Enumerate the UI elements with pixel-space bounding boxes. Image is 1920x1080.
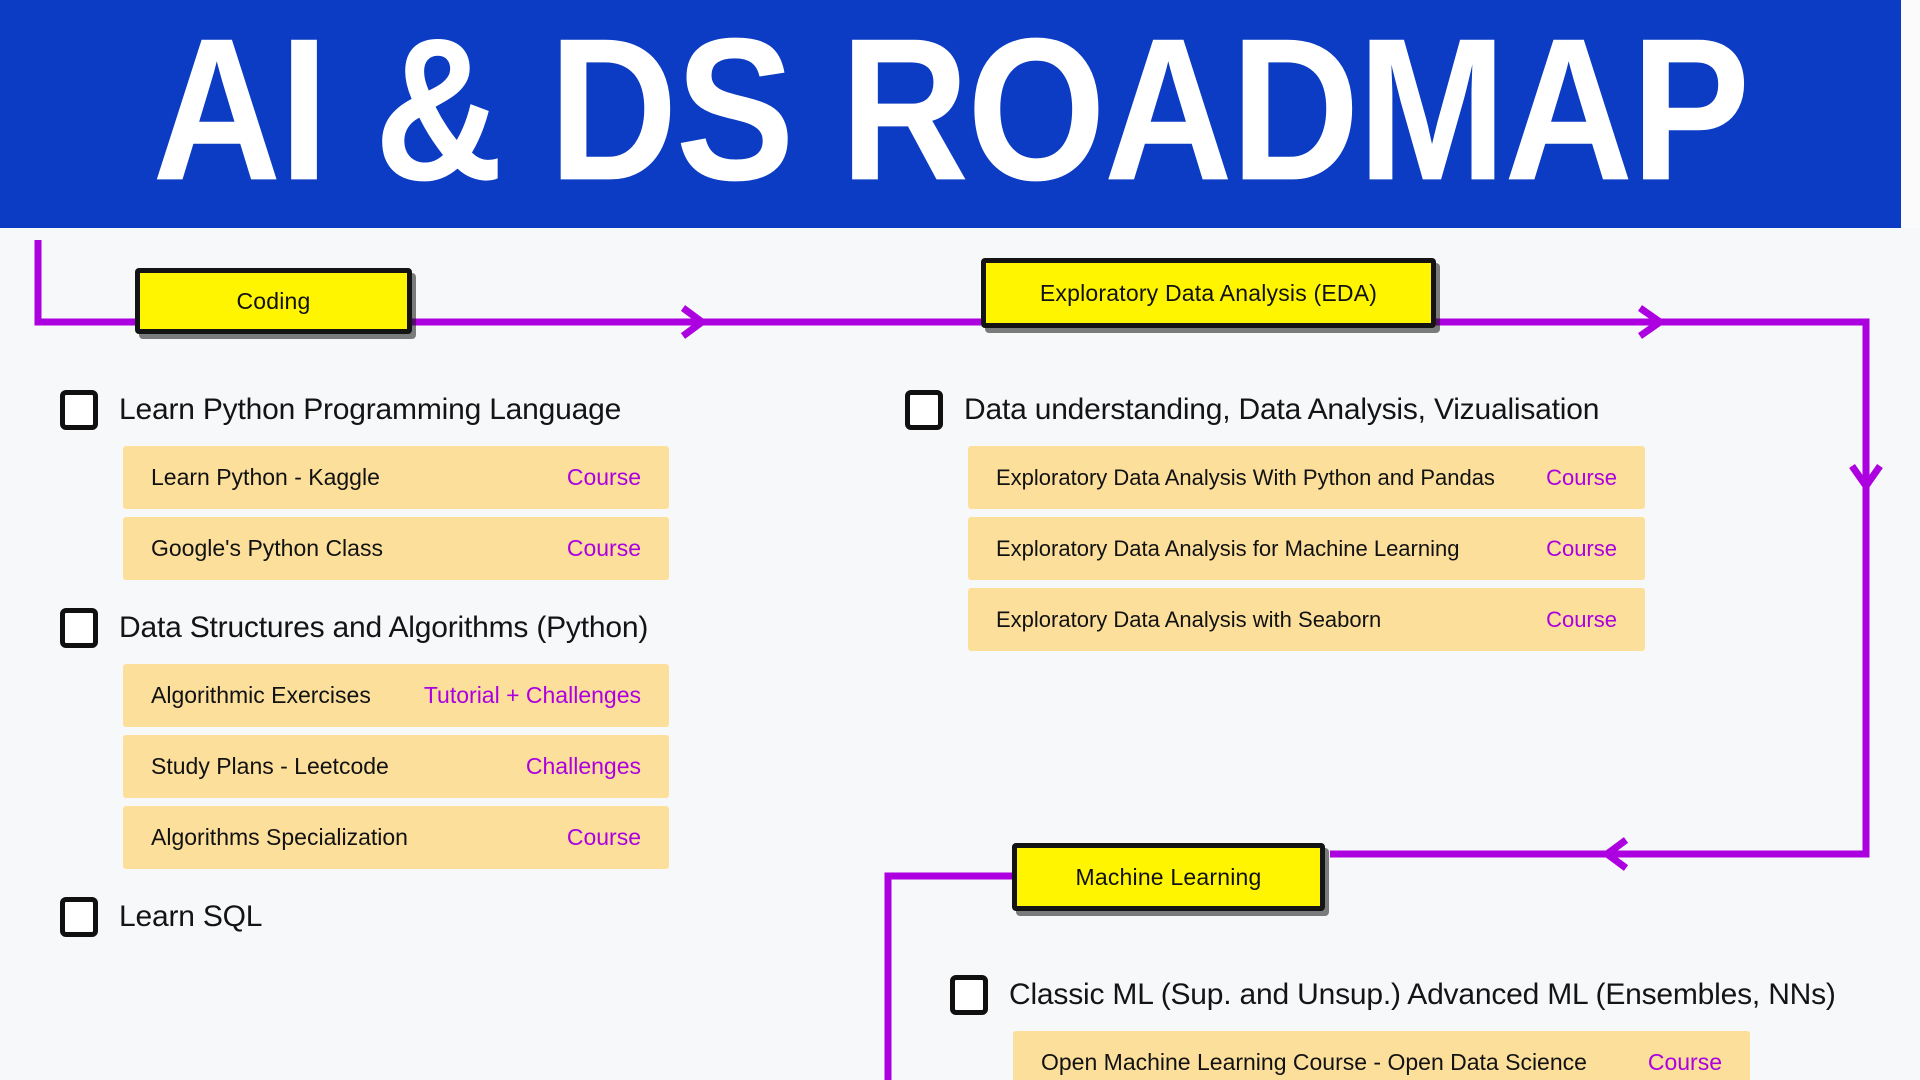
resource-title: Algorithms Specialization [151,824,408,850]
stage-label-coding: Coding [236,287,311,314]
resource-row[interactable]: Open Machine Learning Course - Open Data… [1013,1031,1750,1080]
resource-link[interactable]: Tutorial + Challenges [424,682,641,709]
resource-row[interactable]: Algorithms Specialization Course [123,806,669,869]
resource-row[interactable]: Exploratory Data Analysis for Machine Le… [968,517,1645,580]
task-label: Learn SQL [119,900,263,933]
page-title: AI & DS ROADMAP [152,0,1751,224]
task-row[interactable]: Learn Python Programming Language [60,390,860,430]
resource-title: Open Machine Learning Course - Open Data… [1041,1049,1587,1075]
flow-entry-stub [34,240,137,326]
task-block: Learn SQL [60,897,860,937]
resource-row[interactable]: Learn Python - Kaggle Course [123,446,669,509]
resource-link[interactable]: Course [1546,536,1617,562]
task-checkbox[interactable] [905,390,943,430]
resource-row[interactable]: Exploratory Data Analysis with Seaborn Co… [968,588,1645,651]
task-label: Classic ML (Sup. and Unsup.) Advanced ML… [1009,978,1836,1011]
stage-label-eda: Exploratory Data Analysis (EDA) [1039,279,1378,306]
resource-list: Learn Python - Kaggle Course Google's Pyth… [123,446,860,580]
resource-link[interactable]: Course [1546,465,1617,491]
resource-list: Open Machine Learning Course - Open Data… [1013,1031,1750,1080]
task-checkbox[interactable] [60,390,98,430]
resource-title: Learn Python - Kaggle [151,464,380,490]
page-banner: AI & DS ROADMAP [0,0,1901,228]
resource-row[interactable]: Study Plans - Leetcode Challenges [123,735,669,798]
task-block: Classic ML (Sup. and Unsup.) Advanced ML… [950,975,1836,1080]
stage-box-coding[interactable]: Coding [135,268,412,334]
resource-row[interactable]: Algorithmic Exercises Tutorial + Challeng… [123,664,669,727]
coding-column: Learn Python Programming Language Learn P… [60,390,860,953]
task-label: Data understanding, Data Analysis, Vizua… [964,393,1600,426]
task-checkbox[interactable] [950,975,988,1015]
resource-link[interactable]: Course [567,824,641,851]
resource-title: Exploratory Data Analysis with Seaborn [996,606,1382,632]
resource-row[interactable]: Google's Python Class Course [123,517,669,580]
task-label: Learn Python Programming Language [119,393,622,426]
task-checkbox[interactable] [60,608,98,648]
arrowhead-right-eda [680,305,708,339]
task-checkbox[interactable] [60,897,98,937]
resource-title: Exploratory Data Analysis With Python an… [996,464,1495,490]
resource-title: Algorithmic Exercises [151,682,371,708]
task-row[interactable]: Data Structures and Algorithms (Python) [60,608,860,648]
stage-label-machine-learning: Machine Learning [1075,863,1262,890]
banner-right-margin [1901,0,1920,228]
resource-list: Exploratory Data Analysis With Python an… [968,446,1705,651]
resource-title: Google's Python Class [151,535,383,561]
ml-column: Classic ML (Sup. and Unsup.) Advanced ML… [950,975,1836,1080]
stage-box-machine-learning[interactable]: Machine Learning [1012,843,1325,911]
task-row[interactable]: Data understanding, Data Analysis, Vizua… [905,390,1705,430]
task-row[interactable]: Classic ML (Sup. and Unsup.) Advanced ML… [950,975,1836,1015]
task-block: Learn Python Programming Language Learn P… [60,390,860,580]
eda-column: Data understanding, Data Analysis, Vizua… [905,390,1705,659]
resource-list: Algorithmic Exercises Tutorial + Challeng… [123,664,860,869]
resource-row[interactable]: Exploratory Data Analysis With Python an… [968,446,1645,509]
stage-box-eda[interactable]: Exploratory Data Analysis (EDA) [981,258,1436,328]
roadmap-page: AI & DS ROADMAP Coding Exploratory Data … [0,0,1920,1080]
resource-link[interactable]: Challenges [526,753,641,780]
task-block: Data understanding, Data Analysis, Vizua… [905,390,1705,651]
arrowhead-down [1849,463,1883,493]
resource-title: Exploratory Data Analysis for Machine Le… [996,535,1460,561]
task-row[interactable]: Learn SQL [60,897,860,937]
task-block: Data Structures and Algorithms (Python) A… [60,608,860,869]
resource-link[interactable]: Course [1546,607,1617,633]
resource-link[interactable]: Course [1648,1049,1722,1076]
resource-link[interactable]: Course [567,464,641,491]
resource-link[interactable]: Course [567,535,641,562]
arrowhead-left-ml [1601,837,1629,871]
resource-title: Study Plans - Leetcode [151,753,389,779]
task-label: Data Structures and Algorithms (Python) [119,611,649,644]
arrowhead-right-downstream [1637,305,1667,339]
